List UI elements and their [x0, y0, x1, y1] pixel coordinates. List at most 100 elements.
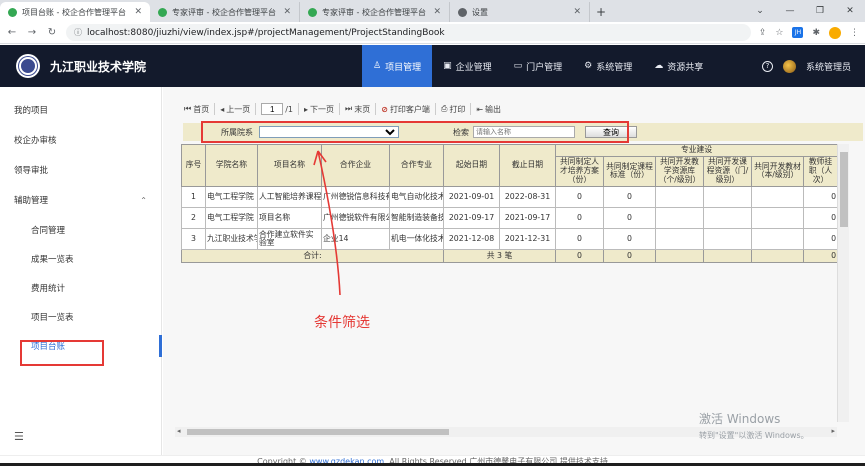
- table-row[interactable]: 1 电气工程学院 人工智能培养课程 广州德锐信息科技有限公司 电气自动化技术 2…: [181, 185, 839, 208]
- menu-icon[interactable]: ⋮: [850, 28, 859, 38]
- share-icon[interactable]: ⇪: [759, 28, 767, 38]
- table-row[interactable]: 3 九江职业技术学院 合作建立软件实验室 企业14 机电一体化技术 2021-1…: [181, 227, 839, 250]
- back-icon[interactable]: ←: [6, 27, 18, 38]
- url-field[interactable]: ⓘ localhost:8080/jiuzhi/view/index.jsp#/…: [66, 24, 751, 41]
- minimize-icon[interactable]: —: [775, 0, 805, 22]
- cell: [703, 185, 752, 208]
- cell: 0: [603, 227, 656, 250]
- cell: 2021-12-08: [443, 227, 500, 250]
- sidebar-item-expense-stats[interactable]: 费用统计: [0, 273, 161, 302]
- profile-avatar[interactable]: [829, 26, 841, 39]
- sidebar-item-leader-approval[interactable]: 领导审批: [0, 155, 161, 185]
- cell: 2022-08-31: [499, 185, 556, 208]
- restore-icon[interactable]: ❐: [805, 0, 835, 22]
- total-cell: [751, 248, 804, 263]
- toolbar-label: 下一页: [310, 104, 335, 114]
- col-header: 教师挂职（人次）: [802, 155, 839, 187]
- scroll-left-icon[interactable]: ◂: [177, 427, 181, 435]
- collapse-menu-icon[interactable]: ☰: [14, 430, 24, 443]
- browser-tab-4[interactable]: 设置 ✕: [450, 2, 590, 22]
- total-row: 合计: 共 3 笔 0 0 0: [181, 248, 839, 263]
- help-icon[interactable]: ?: [761, 60, 773, 72]
- school-logo: [16, 54, 40, 78]
- cell: 0: [555, 185, 604, 208]
- user-name[interactable]: 系统管理员: [806, 60, 851, 73]
- browser-tab-1[interactable]: 项目台账 - 校企合作管理平台 ✕: [0, 2, 150, 22]
- reload-icon[interactable]: ↻: [46, 27, 58, 38]
- forward-icon[interactable]: →: [26, 27, 38, 38]
- first-page-button[interactable]: ⏮ 首页: [179, 103, 216, 115]
- table-row[interactable]: 2 电气工程学院 项目名称 广州德锐软件有限公司 智能制造装备技术 2021-0…: [181, 206, 839, 229]
- scroll-right-icon[interactable]: ▸: [831, 427, 835, 435]
- sidebar-item-auxiliary-management[interactable]: 辅助管理 ⌃: [0, 185, 161, 215]
- report-toolbar: ⏮首页 ◂上一页 /1 ▸下一页 ⏭末页 ⊘打印客户端 ⎙打印 ⇤输出: [179, 102, 506, 116]
- print-button[interactable]: ⎙ 打印: [436, 103, 472, 115]
- cell: 2021-09-01: [443, 185, 500, 208]
- cell: 0: [802, 206, 839, 229]
- sidebar-item-project-list[interactable]: 项目一览表: [0, 302, 161, 331]
- cell: 2021-09-17: [443, 206, 500, 229]
- extension-icon[interactable]: JH: [792, 27, 804, 38]
- browser-tab-2[interactable]: 专家评审 - 校企合作管理平台 ✕: [150, 2, 300, 22]
- address-bar: ← → ↻ ⓘ localhost:8080/jiuzhi/view/index…: [0, 22, 865, 44]
- chevron-down-icon[interactable]: ⌄: [745, 0, 775, 22]
- close-icon[interactable]: ✕: [573, 7, 581, 17]
- sidebar-item-label: 我的项目: [14, 106, 49, 116]
- page-number-input[interactable]: [261, 103, 284, 115]
- nav-system-management[interactable]: ⚙ 系统管理: [573, 45, 643, 87]
- next-page-button[interactable]: ▸ 下一页: [299, 103, 341, 115]
- green-leaf-icon: [308, 7, 317, 17]
- cell: 0: [603, 185, 656, 208]
- cell: 2021-09-17: [499, 206, 556, 229]
- cell: [655, 227, 704, 250]
- cell: [655, 185, 704, 208]
- prev-page-button[interactable]: ◂ 上一页: [215, 103, 257, 115]
- col-header: 共同开发课程资源（门/级别）: [703, 155, 752, 187]
- col-header: 共同制定课程标准（份）: [603, 155, 656, 187]
- puzzle-icon[interactable]: ✱: [812, 28, 820, 38]
- gear-icon: [458, 7, 467, 17]
- cell: 2021-12-31: [499, 227, 556, 250]
- scroll-thumb[interactable]: [840, 152, 848, 227]
- info-icon[interactable]: ⓘ: [74, 27, 82, 38]
- printer-icon: ⎙: [440, 104, 448, 113]
- col-header: 共同开发教材（本/级别）: [751, 155, 804, 187]
- print-client-icon: ⊘: [381, 104, 388, 114]
- close-window-icon[interactable]: ✕: [835, 0, 865, 22]
- nav-project-management[interactable]: ♙ 项目管理: [362, 45, 433, 87]
- watermark-line-2: 转到"设置"以激活 Windows。: [699, 431, 809, 440]
- vertical-scrollbar[interactable]: [837, 144, 849, 422]
- sidebar-item-contract-management[interactable]: 合同管理: [0, 215, 161, 244]
- project-icon: ♙: [373, 61, 382, 71]
- new-tab-button[interactable]: +: [590, 2, 612, 22]
- sidebar-item-my-projects[interactable]: 我的项目: [0, 95, 161, 125]
- col-header: 合作专业: [389, 144, 444, 187]
- browser-tab-3[interactable]: 专家评审 - 校企合作管理平台 ✕: [300, 2, 450, 22]
- cell: 电气工程学院: [205, 206, 258, 229]
- nav-portal-management[interactable]: ▭ 门户管理: [503, 45, 574, 87]
- nav-enterprise-management[interactable]: ▣ 企业管理: [432, 45, 503, 87]
- export-button[interactable]: ⇤ 输出: [471, 103, 506, 115]
- cell: [751, 185, 804, 208]
- first-page-icon: ⏮: [184, 104, 192, 113]
- scroll-thumb[interactable]: [187, 429, 449, 435]
- toolbar-label: 上一页: [226, 104, 251, 114]
- browser-tab-strip: 项目台账 - 校企合作管理平台 ✕ 专家评审 - 校企合作管理平台 ✕ 专家评审…: [0, 0, 865, 22]
- last-page-button[interactable]: ⏭ 末页: [340, 103, 377, 115]
- close-icon[interactable]: ✕: [283, 7, 291, 17]
- print-client-button[interactable]: ⊘ 打印客户端: [376, 103, 436, 115]
- sidebar-item-office-review[interactable]: 校企办审核: [0, 125, 161, 155]
- cell: 1: [181, 185, 206, 208]
- avatar[interactable]: [782, 59, 796, 73]
- sidebar-item-achievements[interactable]: 成果一览表: [0, 244, 161, 273]
- ledger-table: 序号 学院名称 项目名称 合作企业 合作专业 起始日期 截止日期 专业建设 共同…: [181, 144, 839, 263]
- star-icon[interactable]: ☆: [775, 28, 783, 38]
- close-icon[interactable]: ✕: [433, 7, 441, 17]
- col-header: 截止日期: [499, 144, 556, 187]
- cell: 智能制造装备技术: [389, 206, 444, 229]
- total-cell: 0: [603, 248, 656, 263]
- close-icon[interactable]: ✕: [134, 7, 142, 17]
- cell: [655, 206, 704, 229]
- nav-resource-sharing[interactable]: ☁ 资源共享: [643, 45, 714, 87]
- group-header: 专业建设: [554, 144, 839, 157]
